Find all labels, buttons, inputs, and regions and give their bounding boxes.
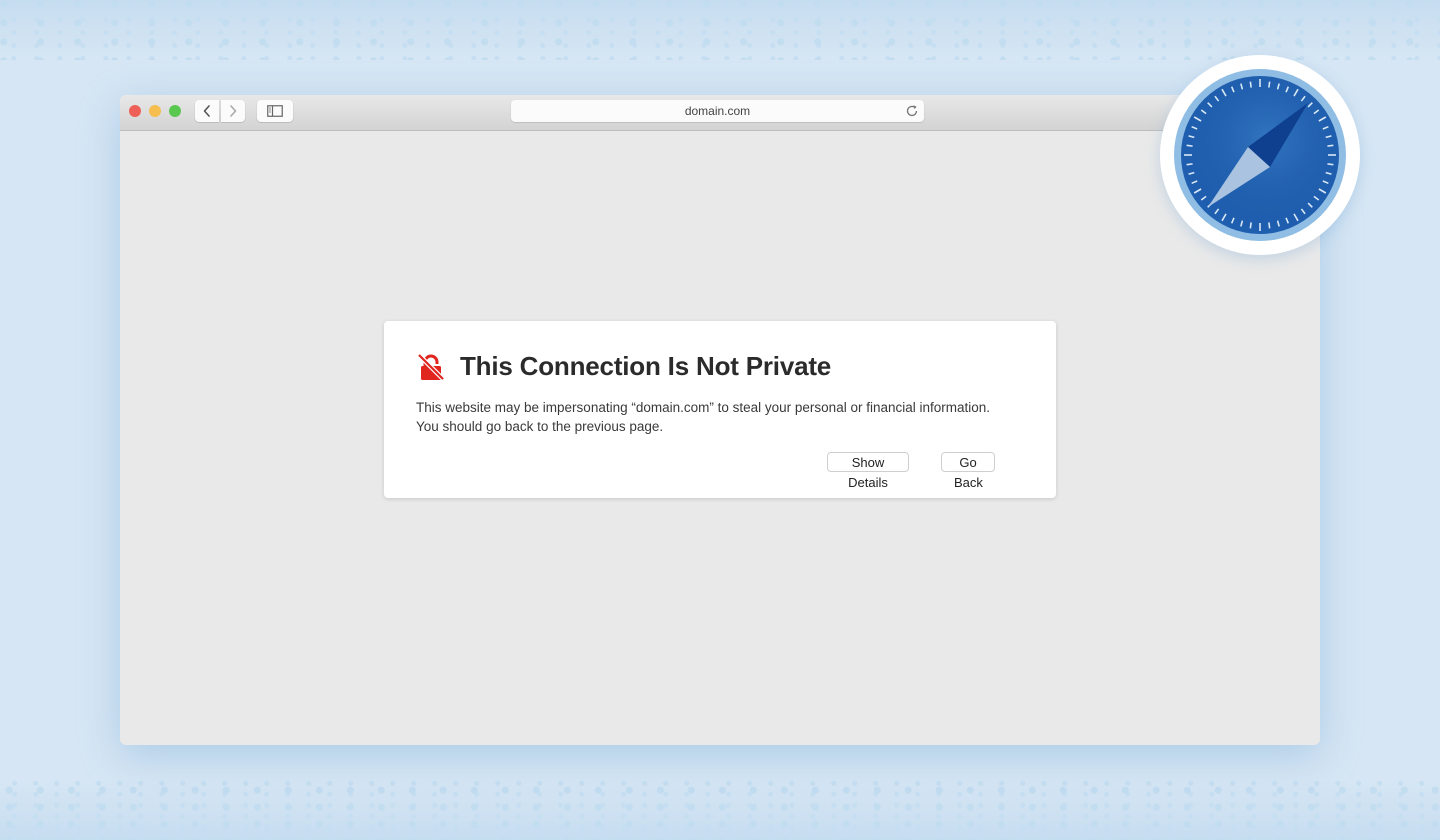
compass-tick xyxy=(1186,163,1193,166)
compass-tick xyxy=(1186,144,1193,147)
unlocked-padlock-slash-icon xyxy=(417,353,445,381)
error-message: This website may be impersonating “domai… xyxy=(416,400,991,434)
safari-logo-badge xyxy=(1160,55,1360,255)
close-window-button[interactable] xyxy=(129,105,141,117)
back-button[interactable] xyxy=(195,100,219,122)
browser-window: domain.com This Connection Is Not Privat… xyxy=(120,95,1320,745)
background-texture-top xyxy=(0,0,1440,60)
compass-tick xyxy=(1249,81,1252,88)
sidebar-icon xyxy=(267,105,283,117)
address-bar[interactable]: domain.com xyxy=(511,100,924,122)
error-card: This Connection Is Not Private This webs… xyxy=(384,321,1056,498)
go-back-button[interactable]: Go Back xyxy=(941,452,995,490)
background-texture-bottom xyxy=(0,780,1440,840)
compass-tick xyxy=(1268,81,1271,88)
compass-tick xyxy=(1327,144,1334,147)
compass-tick xyxy=(1327,163,1334,166)
sidebar-toggle-button[interactable] xyxy=(257,100,293,122)
maximize-window-button[interactable] xyxy=(169,105,181,117)
minimize-window-button[interactable] xyxy=(149,105,161,117)
forward-button[interactable] xyxy=(221,100,245,122)
compass-tick xyxy=(1249,222,1252,229)
browser-toolbar: domain.com xyxy=(120,95,1320,131)
chevron-left-icon xyxy=(203,105,210,117)
compass-tick xyxy=(1268,222,1271,229)
address-url: domain.com xyxy=(684,104,751,118)
error-title: This Connection Is Not Private xyxy=(460,351,832,381)
show-details-button[interactable]: Show Details xyxy=(827,452,909,490)
reload-icon[interactable] xyxy=(905,104,919,118)
safari-compass-icon xyxy=(1174,69,1346,241)
chevron-right-icon xyxy=(230,105,237,117)
